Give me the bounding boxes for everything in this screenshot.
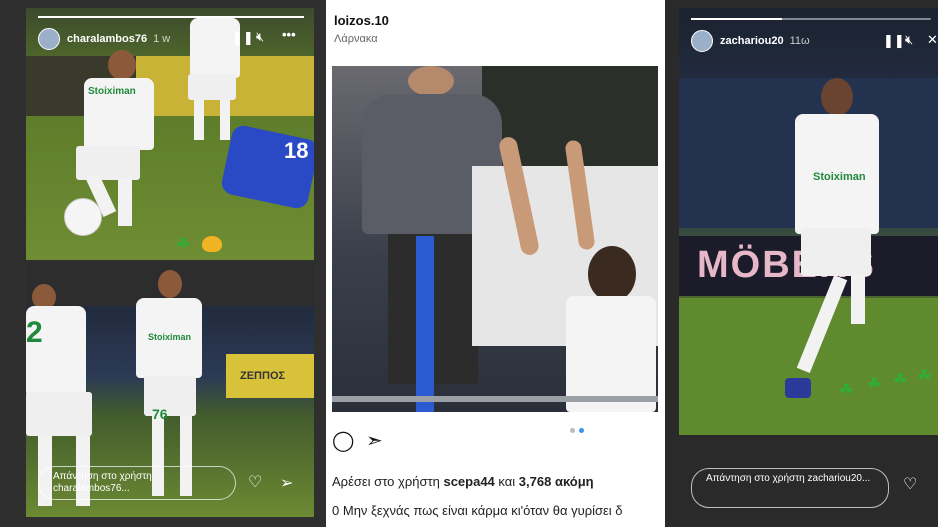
story-left: Stoiximan 18 ☘ charalambos76 1 w ❚❚ 🔇︎ •… [0,0,326,527]
likes-user[interactable]: scepa44 [443,474,494,489]
jersey-number: 76 [152,406,168,422]
likes-count[interactable]: 3,768 [519,474,552,489]
likes-prefix: Αρέσει στο χρήστη [332,474,440,489]
jersey-number: 2 [26,316,43,349]
clover-icon: ☘ [893,372,908,389]
carousel-dot-active [579,428,584,433]
likes-mid: και [498,474,516,489]
story-header: zachariou20 11ω [691,30,810,52]
carousel-dot [570,428,575,433]
story-reply-input[interactable]: Απάντηση στο χρήστη charalambos76... [38,466,236,500]
heart-icon[interactable]: ♡ [903,474,917,494]
rail [332,396,658,402]
opponent-player [219,123,314,211]
mute-icon[interactable]: 🔇︎ [256,29,264,45]
post-username[interactable]: loizos.10 [334,13,389,28]
caption-text: Μην ξεχνάς πως είναι κάρμα κι'όταν θα γυ… [342,503,623,518]
player-figure [497,126,658,412]
story-time: 1 w [153,33,171,45]
clover-icon: ☘ [867,376,882,393]
comment-icon[interactable]: ◯ [332,428,354,453]
reply-placeholder: Απάντηση στο χρήστη charalambos76... [53,471,152,494]
sponsor-text: Stoiximan [148,332,192,342]
sponsor-text: Stoiximan [88,86,136,97]
post-center: loizos.10 Λάρνακα ◯ ➣ Αρέσει στο χρήστη … [330,0,660,527]
story-reply-input[interactable]: Απάντηση στο χρήστη zachariou20... [691,468,889,508]
caption-prefix: 0 [332,503,340,518]
avatar[interactable] [691,30,713,52]
clover-icon: ☘ [839,382,854,399]
pause-icon[interactable]: ❚❚ [883,33,905,49]
likes-line: Αρέσει στο χρήστη scepa44 και 3,768 ακόμ… [332,474,594,489]
heart-icon[interactable]: ♡ [248,472,262,492]
more-icon[interactable]: ••• [282,27,296,42]
banner-right-text: ΖΕΠΠΟΣ [240,370,286,382]
opponent-number: 18 [284,138,309,163]
duck-icon [202,236,222,252]
mute-icon[interactable]: 🔇︎ [905,32,913,48]
story-header: charalambos76 1 w [38,28,170,50]
likes-suffix[interactable]: ακόμη [555,474,594,489]
blue-pole [416,236,434,412]
player-figure [56,48,176,228]
share-icon[interactable]: ➣ [366,428,383,453]
post-caption: 0 Μην ξεχνάς πως είναι κάρμα κι'όταν θα … [332,503,623,518]
player-figure [765,78,895,418]
clover-icon: ☘ [917,368,932,385]
reply-placeholder: Απάντηση στο χρήστη zachariou20... [706,473,871,484]
clover-icon: ☘ [176,236,191,253]
story-username[interactable]: charalambos76 [67,33,147,45]
close-icon[interactable]: ✕ [927,32,938,48]
avatar[interactable] [38,28,60,50]
post-image[interactable] [332,66,658,412]
story-username[interactable]: zachariou20 [720,35,784,47]
post-location[interactable]: Λάρνακα [334,33,378,45]
story-progress [38,16,304,18]
story-right: MÖBERS Stoiximan ☘ ☘ ☘ ☘ zachariou20 11ω… [665,0,938,527]
story-photo: MÖBERS Stoiximan ☘ ☘ ☘ ☘ [679,8,938,435]
sponsor-text: Stoiximan [813,171,866,183]
send-icon[interactable]: ➢ [280,473,293,493]
carousel-dots [570,428,584,433]
pause-icon[interactable]: ❚❚ [232,30,254,46]
story-time: 11ω [789,35,810,47]
story-progress [691,18,931,20]
